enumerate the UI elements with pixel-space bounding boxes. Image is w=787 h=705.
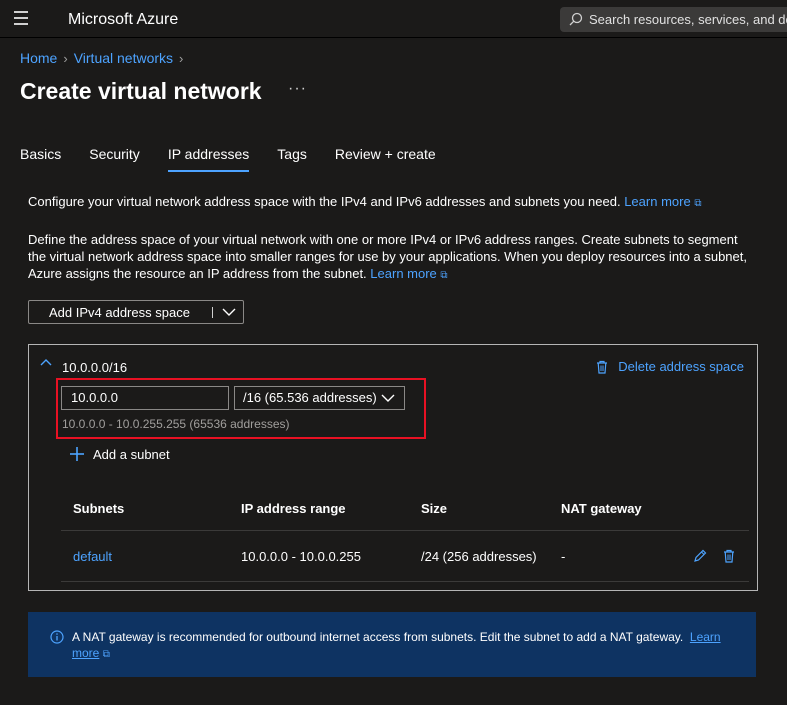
breadcrumb-home[interactable]: Home — [20, 50, 57, 66]
subnets-table-header: Subnets IP address range Size NAT gatewa… — [61, 487, 749, 531]
chevron-right-icon: › — [63, 50, 68, 66]
tab-ip-addresses[interactable]: IP addresses — [167, 146, 250, 172]
add-subnet-label: Add a subnet — [93, 446, 170, 462]
add-subnet-button[interactable]: Add a subnet — [69, 446, 170, 462]
banner-text: A NAT gateway is recommended for outboun… — [72, 630, 721, 660]
brand-title[interactable]: Microsoft Azure — [68, 11, 178, 29]
address-space-panel: 10.0.0.0/16 Delete address space 10.0.0.… — [28, 344, 758, 591]
chevron-down-icon — [381, 394, 395, 402]
chevron-right-icon: › — [179, 50, 184, 66]
header-ip-range: IP address range — [241, 501, 346, 516]
table-row: default 10.0.0.0 - 10.0.0.255 /24 (256 a… — [61, 532, 749, 582]
header-subnets: Subnets — [73, 501, 125, 516]
tab-review-create[interactable]: Review + create — [335, 146, 436, 172]
info-icon — [50, 630, 64, 644]
address-range-hint: 10.0.0.0 - 10.0.255.255 (65536 addresses… — [62, 417, 290, 431]
breadcrumb-virtual-networks[interactable]: Virtual networks — [74, 50, 173, 66]
tab-tags[interactable]: Tags — [277, 146, 307, 172]
breadcrumb: Home › Virtual networks › — [20, 50, 183, 66]
delete-address-space-label: Delete address space — [618, 359, 744, 374]
chevron-up-icon[interactable] — [39, 357, 53, 367]
tab-basics[interactable]: Basics — [20, 146, 61, 172]
tab-bar: Basics Security IP addresses Tags Review… — [20, 146, 464, 172]
split-divider — [212, 307, 213, 318]
header-size: Size — [421, 501, 448, 516]
add-ipv4-address-space-button[interactable]: Add IPv4 address space — [28, 300, 244, 324]
learn-more-link[interactable]: Learn more — [624, 194, 690, 209]
subnet-size: /24 (256 addresses) — [421, 549, 537, 564]
learn-more-link[interactable]: Learn more — [370, 266, 436, 281]
external-link-icon: ⧉ — [102, 649, 110, 660]
address-space-title: 10.0.0.0/16 — [62, 360, 128, 375]
address-input[interactable]: 10.0.0.0 — [61, 386, 229, 410]
nat-gateway-info-banner: A NAT gateway is recommended for outboun… — [28, 612, 756, 677]
search-input[interactable]: Search resources, services, and do — [560, 7, 787, 32]
header-nat-gateway: NAT gateway — [561, 501, 642, 516]
intro-text: Configure your virtual network address s… — [28, 194, 702, 209]
row-actions — [693, 549, 735, 563]
page-title: Create virtual network — [20, 78, 262, 104]
prefix-value: /16 (65.536 addresses) — [243, 390, 377, 405]
tab-security[interactable]: Security — [89, 146, 140, 172]
delete-address-space-button[interactable]: Delete address space — [596, 359, 744, 374]
subnet-ip-range: 10.0.0.0 - 10.0.0.255 — [241, 549, 361, 564]
menu-icon[interactable] — [14, 11, 32, 27]
add-ipv4-label: Add IPv4 address space — [49, 304, 190, 320]
subnet-name-link[interactable]: default — [73, 532, 112, 581]
plus-icon — [70, 447, 84, 461]
external-link-icon: ⧉ — [440, 270, 448, 281]
subnet-nat-gateway: - — [561, 549, 566, 564]
description-text: Define the address space of your virtual… — [28, 232, 747, 281]
edit-icon[interactable] — [693, 549, 707, 563]
top-bar: Microsoft Azure Search resources, servic… — [0, 0, 787, 38]
external-link-icon: ⧉ — [694, 198, 702, 209]
search-icon — [569, 12, 583, 26]
trash-icon[interactable] — [723, 549, 735, 563]
chevron-down-icon[interactable] — [221, 305, 237, 319]
search-placeholder: Search resources, services, and do — [589, 12, 787, 27]
more-options-button[interactable]: ··· — [288, 80, 307, 98]
prefix-select[interactable]: /16 (65.536 addresses) — [234, 386, 405, 410]
trash-icon — [597, 360, 608, 374]
